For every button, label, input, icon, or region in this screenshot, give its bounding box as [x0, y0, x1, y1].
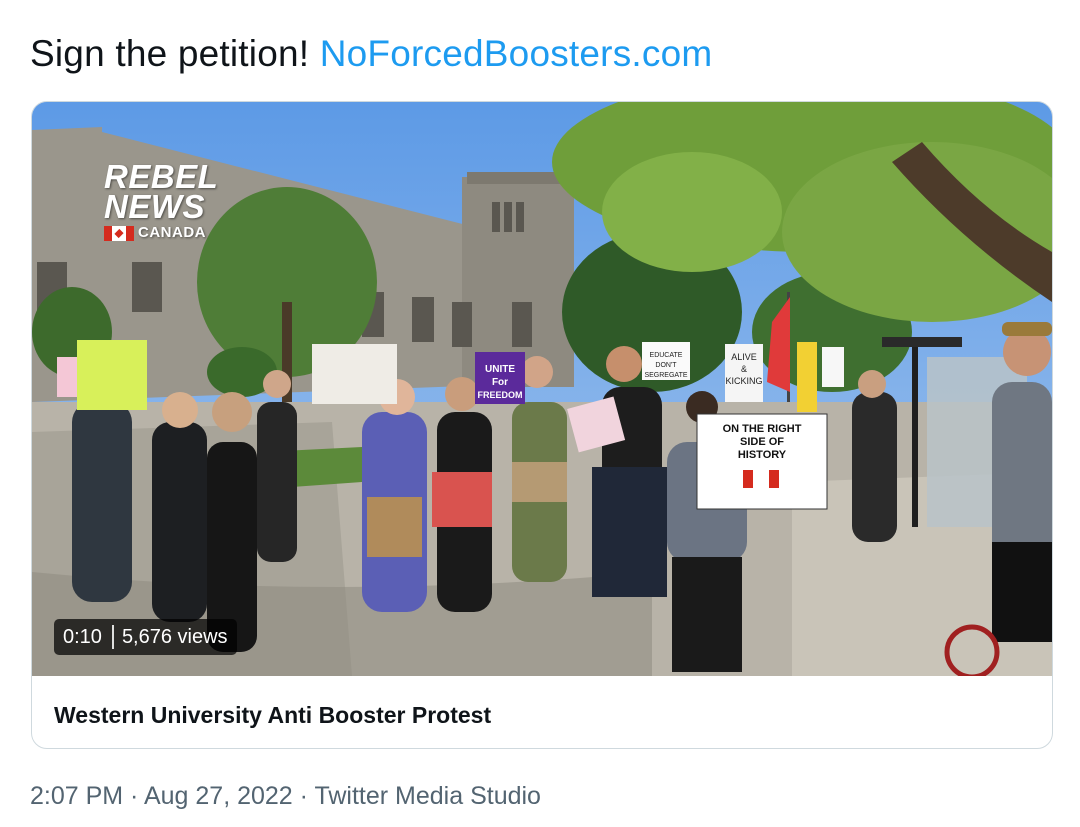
- svg-text:&: &: [741, 364, 747, 374]
- svg-text:KICKING: KICKING: [725, 376, 762, 386]
- svg-text:FREEDOM: FREEDOM: [478, 390, 523, 400]
- svg-text:ALIVE: ALIVE: [731, 352, 757, 362]
- video-duration: 0:10: [63, 626, 102, 648]
- tweet-time[interactable]: 2:07 PM: [30, 782, 123, 810]
- svg-text:HISTORY: HISTORY: [738, 449, 787, 461]
- card-title[interactable]: Western University Anti Booster Protest: [54, 702, 491, 729]
- tweet-meta: 2:07 PM · Aug 27, 2022 · Twitter Media S…: [30, 782, 541, 811]
- rebel-news-watermark: REBEL NEWS CANADA: [104, 160, 218, 242]
- video-views: 5,676 views: [121, 626, 228, 648]
- video-player[interactable]: UNITE For FREEDOM EDUCATE DON'T SEGREGAT…: [32, 102, 1052, 676]
- petition-link[interactable]: NoForcedBoosters.com: [320, 33, 713, 74]
- svg-text:SEGREGATE: SEGREGATE: [644, 372, 687, 379]
- video-stats-overlay: 0:10 5,676 views: [54, 619, 237, 655]
- watermark-line2: NEWS: [104, 188, 205, 225]
- svg-text:SIDE OF: SIDE OF: [740, 436, 784, 448]
- tweet-text: Sign the petition! NoForcedBoosters.com: [30, 30, 712, 78]
- tweet-text-prefix: Sign the petition!: [30, 33, 320, 74]
- video-card[interactable]: UNITE For FREEDOM EDUCATE DON'T SEGREGAT…: [31, 101, 1053, 749]
- svg-text:For: For: [492, 377, 508, 388]
- meta-separator: ·: [123, 782, 144, 810]
- meta-separator: ·: [292, 782, 315, 810]
- svg-text:UNITE: UNITE: [485, 364, 515, 375]
- svg-text:DON'T: DON'T: [655, 362, 677, 369]
- tweet-source: Twitter Media Studio: [314, 782, 541, 810]
- watermark-line3: CANADA: [138, 224, 206, 241]
- tweet-date[interactable]: Aug 27, 2022: [144, 782, 293, 810]
- svg-text:EDUCATE: EDUCATE: [650, 352, 683, 359]
- overlay-divider: [111, 625, 114, 649]
- canada-flag-icon: [104, 225, 134, 241]
- svg-text:ON THE RIGHT: ON THE RIGHT: [723, 423, 802, 435]
- watermark-sub: CANADA: [104, 224, 218, 242]
